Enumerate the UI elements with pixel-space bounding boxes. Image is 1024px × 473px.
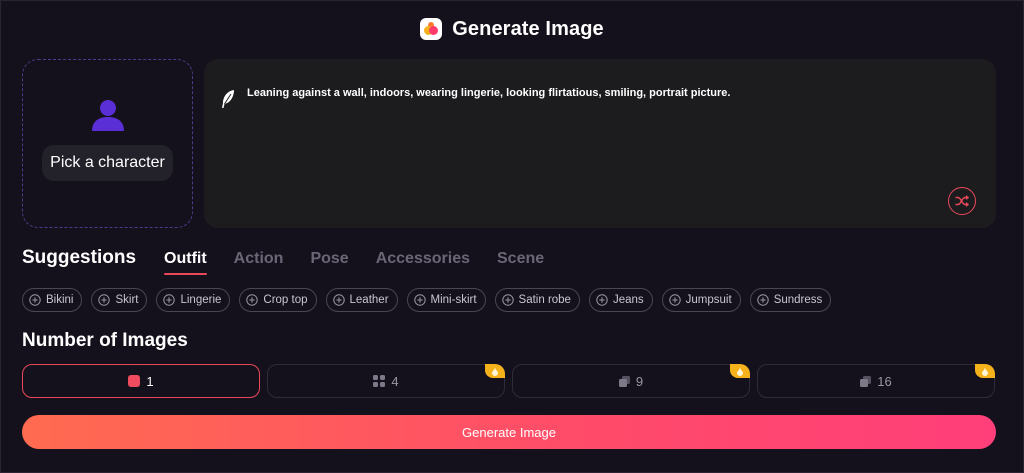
plus-circle-icon xyxy=(332,294,345,306)
chip-skirt[interactable]: Skirt xyxy=(91,288,148,312)
page-title: Generate Image xyxy=(452,17,604,40)
plus-circle-icon xyxy=(29,294,41,306)
tab-pose[interactable]: Pose xyxy=(310,247,348,268)
count-label: 16 xyxy=(877,373,892,389)
chip-mini-skirt[interactable]: Mini-skirt xyxy=(406,288,486,312)
grid-icon xyxy=(373,375,386,387)
tab-action[interactable]: Action xyxy=(234,247,284,268)
chip-label: Jeans xyxy=(612,294,644,306)
chip-jeans[interactable]: Jeans xyxy=(588,288,653,312)
count-label: 9 xyxy=(635,373,644,389)
chip-label: Skirt xyxy=(115,294,139,306)
chip-label: Bikini xyxy=(46,294,74,306)
number-of-images-title: Number of Images xyxy=(22,330,188,351)
plus-circle-icon xyxy=(246,294,259,306)
tab-accessories[interactable]: Accessories xyxy=(376,247,470,268)
tab-scene[interactable]: Scene xyxy=(497,247,544,268)
pick-character-card[interactable]: Pick a character xyxy=(22,59,193,228)
premium-badge xyxy=(975,364,995,378)
count-option-9[interactable]: 9 xyxy=(512,364,750,398)
plus-circle-icon xyxy=(756,294,769,306)
chip-label: Sundress xyxy=(773,294,823,306)
stack-icon xyxy=(860,375,872,387)
chip-label: Jumpsuit xyxy=(685,294,732,306)
suggestion-chips: Bikini Skirt Lingerie Crop top Leather M… xyxy=(22,288,832,312)
prompt-box[interactable]: Leaning against a wall, indoors, wearing… xyxy=(204,59,996,228)
app-logo-icon xyxy=(420,18,443,40)
chip-satin-robe[interactable]: Satin robe xyxy=(494,288,580,312)
chip-label: Crop top xyxy=(263,294,308,306)
page-header: Generate Image xyxy=(0,14,1024,44)
count-option-4[interactable]: 4 xyxy=(267,364,505,398)
premium-drop-icon xyxy=(982,366,988,376)
plus-circle-icon xyxy=(98,294,111,306)
premium-drop-icon xyxy=(737,366,743,376)
chip-label: Mini-skirt xyxy=(430,294,477,306)
chip-crop-top[interactable]: Crop top xyxy=(239,288,317,312)
shuffle-button[interactable] xyxy=(948,187,976,215)
count-label: 4 xyxy=(391,373,399,389)
premium-badge xyxy=(485,364,505,378)
chip-label: Leather xyxy=(349,294,389,306)
chip-leather[interactable]: Leather xyxy=(325,288,398,312)
plus-circle-icon xyxy=(596,294,608,306)
plus-circle-icon xyxy=(501,294,514,306)
chip-jumpsuit[interactable]: Jumpsuit xyxy=(661,288,741,312)
plus-circle-icon xyxy=(163,294,176,306)
shuffle-icon xyxy=(955,195,969,207)
premium-badge xyxy=(730,364,750,378)
image-count-options: 1 4 9 16 xyxy=(22,364,995,398)
plus-circle-icon xyxy=(668,294,681,306)
chip-lingerie[interactable]: Lingerie xyxy=(156,288,231,312)
chip-label: Lingerie xyxy=(180,294,222,306)
generate-image-button[interactable]: Generate Image xyxy=(22,415,996,449)
premium-drop-icon xyxy=(492,366,498,376)
stack-icon xyxy=(618,375,630,387)
suggestions-tabs: Suggestions Outfit Action Pose Accessori… xyxy=(22,247,571,275)
count-option-16[interactable]: 16 xyxy=(757,364,995,398)
chip-bikini[interactable]: Bikini xyxy=(22,288,83,312)
single-square-icon xyxy=(128,375,141,387)
person-icon xyxy=(91,100,124,131)
plus-circle-icon xyxy=(413,294,426,306)
feather-icon xyxy=(222,90,234,108)
suggestions-title: Suggestions xyxy=(22,247,137,268)
count-label: 1 xyxy=(146,373,154,389)
chip-label: Satin robe xyxy=(518,294,571,306)
count-option-1[interactable]: 1 xyxy=(22,364,260,398)
prompt-text[interactable]: Leaning against a wall, indoors, wearing… xyxy=(247,87,730,99)
tab-outfit[interactable]: Outfit xyxy=(164,247,207,275)
pick-character-button[interactable]: Pick a character xyxy=(42,145,173,181)
chip-sundress[interactable]: Sundress xyxy=(749,288,832,312)
